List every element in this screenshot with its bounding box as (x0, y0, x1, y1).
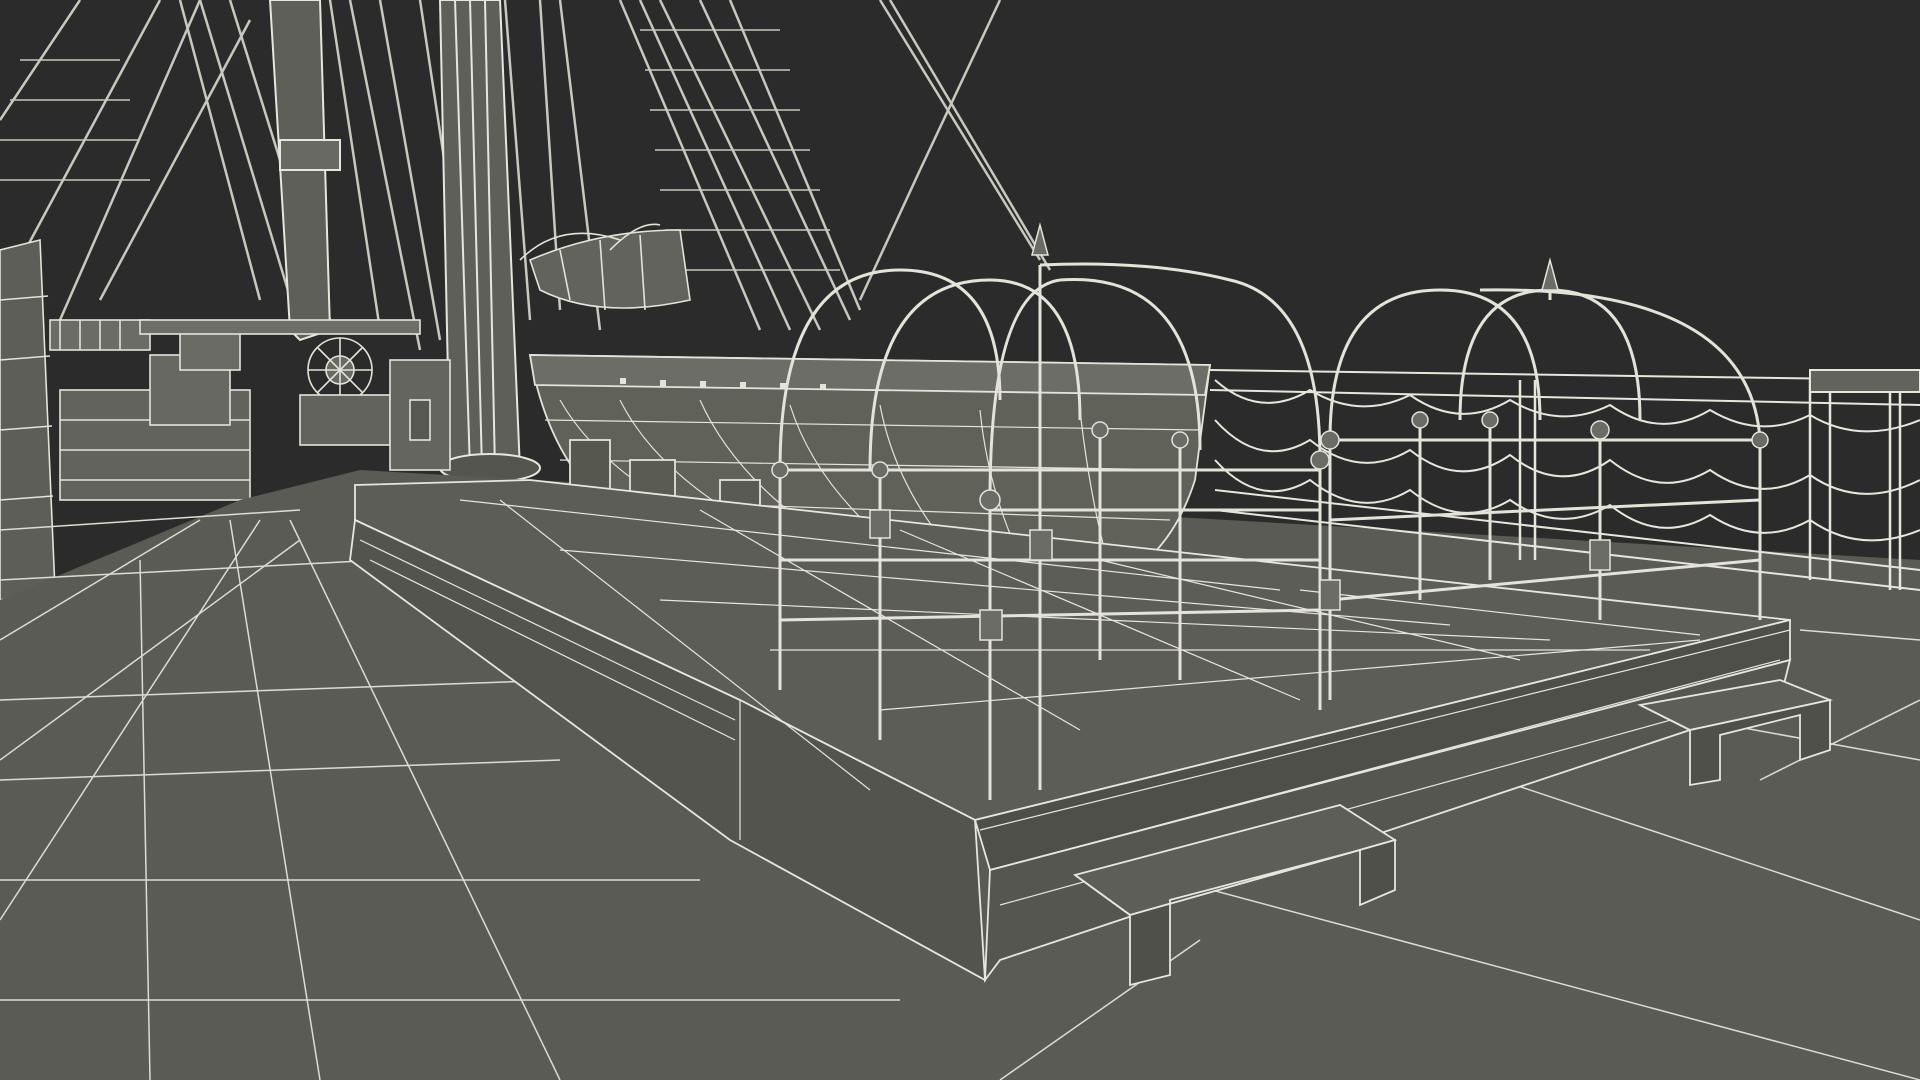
wireframe-render (0, 0, 1920, 1080)
3d-viewport[interactable] (0, 0, 1920, 1080)
